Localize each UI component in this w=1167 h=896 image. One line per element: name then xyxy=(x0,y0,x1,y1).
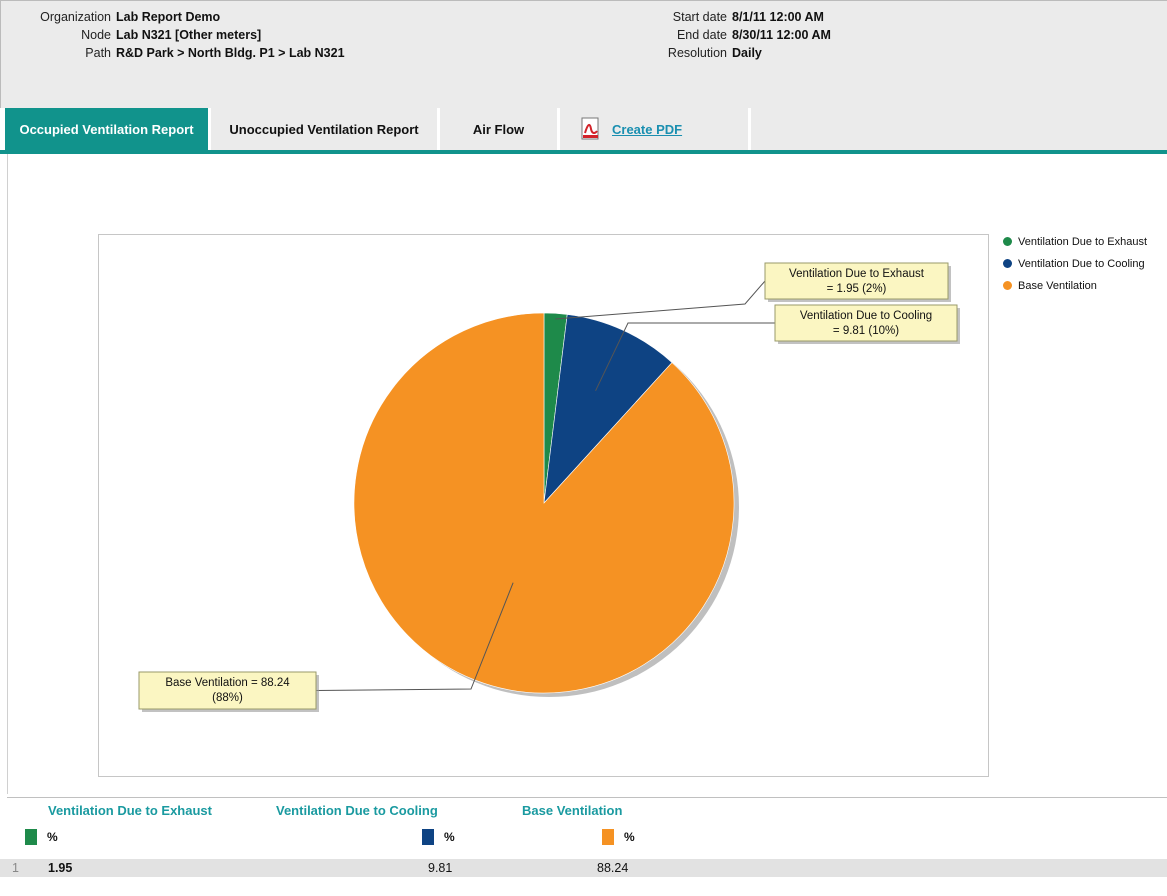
column-header-base[interactable]: Base Ventilation xyxy=(522,803,622,818)
unit-label-base: % xyxy=(624,830,635,844)
legend-item-exhaust: Ventilation Due to Exhaust xyxy=(1003,236,1147,248)
unit-label-exhaust: % xyxy=(47,830,58,844)
color-swatch-exhaust xyxy=(25,829,37,845)
legend-label-cooling: Ventilation Due to Cooling xyxy=(1018,258,1145,270)
pie-chart: Ventilation Due to Exhaust = 1.95 (2%) Ven… xyxy=(138,262,960,712)
cell-cooling-value: 9.81 xyxy=(428,861,453,875)
pie-slice-base xyxy=(353,312,735,694)
color-swatch-cooling xyxy=(422,829,434,845)
cell-base-value: 88.24 xyxy=(597,861,629,875)
legend-label-exhaust: Ventilation Due to Exhaust xyxy=(1018,236,1148,248)
unit-cell-base: % xyxy=(602,829,635,845)
legend-swatch-exhaust xyxy=(1003,237,1012,246)
column-header-exhaust[interactable]: Ventilation Due to Exhaust xyxy=(48,803,212,818)
legend-swatch-base xyxy=(1003,281,1012,290)
unit-cell-exhaust: % xyxy=(25,829,58,845)
legend-item-cooling: Ventilation Due to Cooling xyxy=(1003,258,1145,270)
callout-label-base-line1: Base Ventilation = 88.24 xyxy=(165,677,290,689)
cell-exhaust-value: 1.95 xyxy=(48,861,73,875)
callout-label-exhaust-line2: = 1.95 (2%) xyxy=(827,283,887,295)
callout-label-exhaust-line1: Ventilation Due to Exhaust xyxy=(789,268,925,280)
color-swatch-base xyxy=(602,829,614,845)
table-top-border xyxy=(7,797,1167,798)
legend-swatch-cooling xyxy=(1003,259,1012,268)
unit-label-cooling: % xyxy=(444,830,455,844)
legend-item-base: Base Ventilation xyxy=(1003,280,1097,292)
row-index: 1 xyxy=(12,861,19,875)
unit-cell-cooling: % xyxy=(422,829,455,845)
callout-label-base-line2: (88%) xyxy=(212,692,243,704)
table-row: 1 1.95 9.81 88.24 xyxy=(0,859,1167,877)
legend-label-base: Base Ventilation xyxy=(1018,280,1097,292)
callout-label-cooling-line2: = 9.81 (10%) xyxy=(833,325,899,337)
callout-label-cooling-line1: Ventilation Due to Cooling xyxy=(800,310,932,322)
column-header-cooling[interactable]: Ventilation Due to Cooling xyxy=(276,803,438,818)
callout-line-exhaust xyxy=(555,280,766,320)
